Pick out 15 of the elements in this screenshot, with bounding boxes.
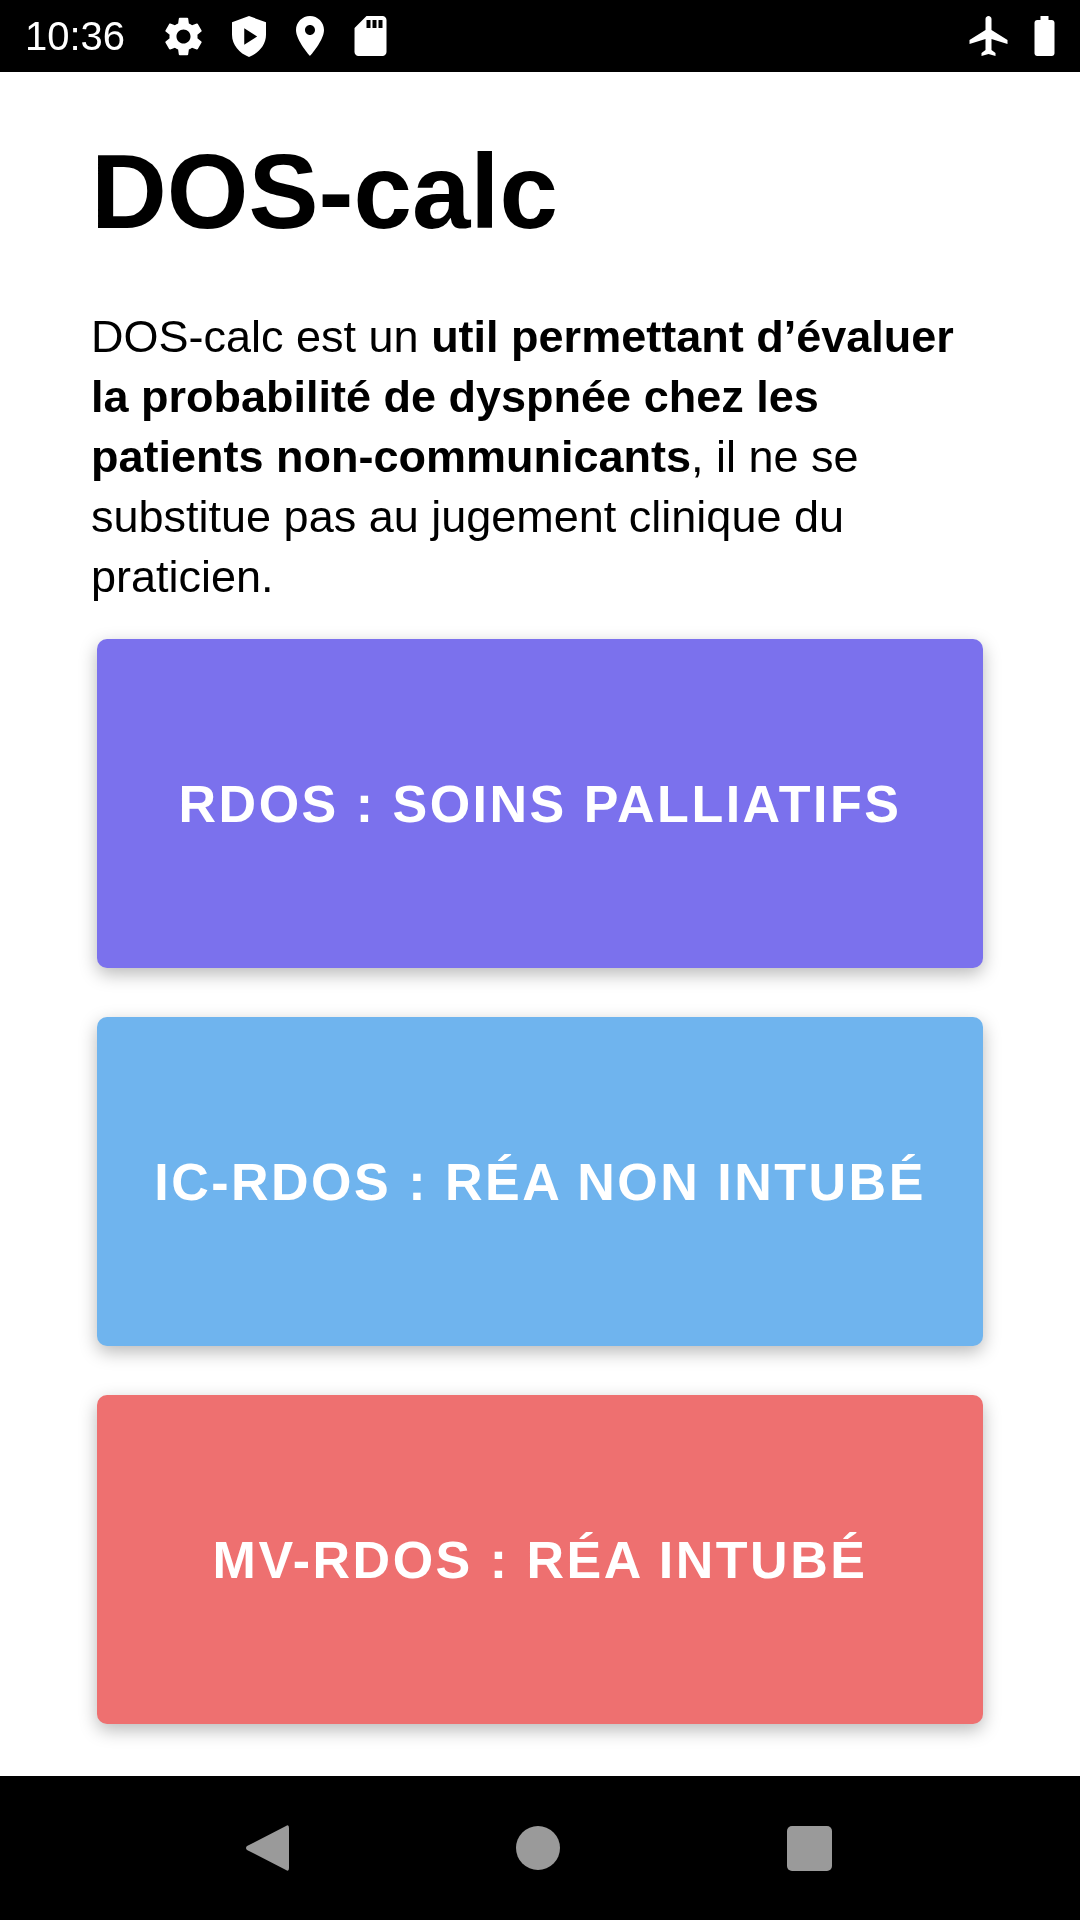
sd-card-icon — [354, 16, 388, 56]
option-button[interactable]: IC-RDOS : RÉA NON INTUBÉ — [97, 1017, 983, 1346]
recents-icon[interactable] — [787, 1825, 832, 1871]
back-icon[interactable] — [245, 1824, 289, 1872]
shield-play-icon — [232, 15, 267, 57]
option-button[interactable]: RDOS : SOINS PALLIATIFS — [97, 639, 983, 968]
battery-icon — [1034, 16, 1055, 56]
home-icon[interactable] — [516, 1826, 560, 1870]
settings-icon — [165, 16, 203, 56]
status-time: 10:36 — [25, 13, 126, 59]
airplane-icon — [969, 16, 1008, 56]
option-button[interactable]: MV-RDOS : RÉA INTUBÉ — [97, 1395, 983, 1724]
location-pin-icon — [296, 16, 325, 56]
description-text: DOS-calc est un util permettant d’évaluer la probabilité de dyspnée chez les patients non-communicants, il ne se substitue pas au jugement clinique du praticien. — [91, 310, 955, 604]
app-title: DOS-calc — [91, 132, 558, 252]
